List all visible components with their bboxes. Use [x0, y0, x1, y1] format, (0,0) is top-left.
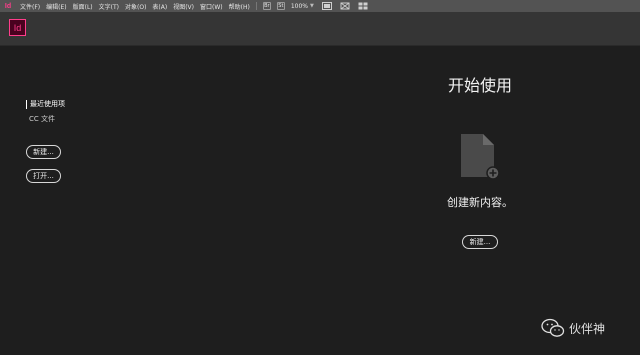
arrange-documents-icon[interactable]: [358, 2, 368, 10]
menu-separator: [255, 2, 257, 10]
screen-mode-icon[interactable]: [340, 2, 350, 10]
recent-items-link[interactable]: 最近使用项: [26, 100, 65, 109]
left-new-button[interactable]: 新建...: [26, 145, 61, 159]
chevron-down-icon: ▼: [310, 3, 314, 9]
create-new-content-text: 创建新内容。: [447, 196, 513, 209]
menu-window[interactable]: 窗口(W): [200, 2, 223, 11]
app-bar: Id: [0, 12, 640, 46]
cc-files-link[interactable]: CC 文件: [29, 114, 55, 124]
center-new-button[interactable]: 新建...: [462, 235, 498, 249]
stock-button[interactable]: St: [276, 2, 285, 10]
menu-bar: Id 文件(F) 编辑(E) 版面(L) 文字(T) 对象(O) 表(A) 视图…: [0, 0, 640, 12]
menu-view[interactable]: 视图(V): [173, 2, 194, 11]
new-document-icon: [460, 133, 500, 180]
zoom-select[interactable]: 100% ▼: [291, 3, 314, 10]
menu-table[interactable]: 表(A): [152, 2, 167, 11]
indesign-logo: Id: [9, 19, 26, 36]
menu-edit[interactable]: 编辑(E): [46, 2, 66, 11]
app-mini-logo: Id: [4, 2, 12, 10]
menu-object[interactable]: 对象(O): [125, 2, 146, 11]
wechat-icon: [541, 318, 565, 337]
zoom-value: 100%: [290, 2, 308, 10]
watermark: 伙伴神: [541, 318, 605, 338]
menu-layout[interactable]: 版面(L): [73, 2, 93, 11]
watermark-text: 伙伴神: [569, 321, 606, 336]
menu-help[interactable]: 帮助(H): [229, 2, 250, 11]
menu-type[interactable]: 文字(T): [99, 2, 119, 11]
view-options-icon[interactable]: [321, 2, 332, 10]
bridge-button[interactable]: Br: [262, 2, 271, 10]
start-title: 开始使用: [447, 76, 512, 95]
open-button[interactable]: 打开...: [26, 169, 61, 183]
menu-file[interactable]: 文件(F): [20, 2, 40, 11]
